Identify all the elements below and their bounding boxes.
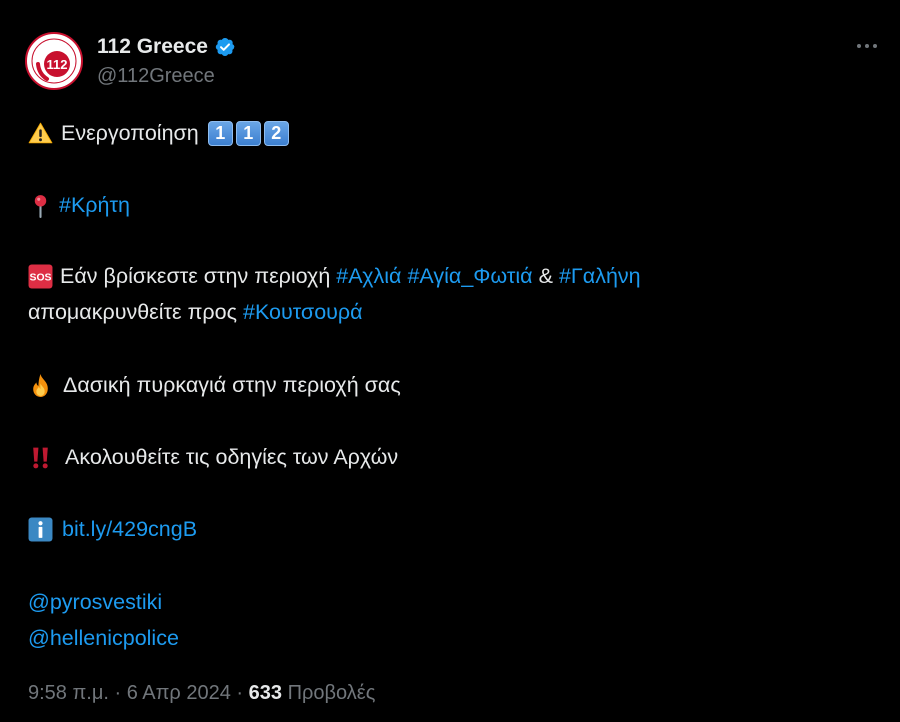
- meta-separator: ·: [114, 682, 122, 704]
- hashtag-kriti[interactable]: #Κρήτη: [59, 191, 130, 219]
- round-pushpin-icon: [34, 194, 47, 218]
- avatar[interactable]: 112: [25, 32, 83, 90]
- tweet-line-activation: Ενεργοποίηση 1 1 2: [28, 119, 289, 147]
- keycap-digit-1: 1: [235, 120, 261, 146]
- double-exclamation-icon: [33, 447, 48, 468]
- more-options-icon[interactable]: [850, 36, 884, 56]
- tweet-line-instructions: Ακολουθείτε τις οδηγίες των Αρχών: [28, 443, 398, 471]
- author-name-row[interactable]: 112 Greece: [97, 33, 236, 61]
- verified-badge-icon: [215, 38, 235, 56]
- info-link[interactable]: bit.ly/429cngB: [62, 515, 197, 543]
- evacuation-text: Εάν βρίσκεστε στην περιοχή: [60, 264, 331, 288]
- tweet-time[interactable]: 9:58 π.μ.: [28, 682, 109, 704]
- instructions-text: Ακολουθείτε τις οδηγίες των Αρχών: [65, 445, 399, 469]
- views-label: Προβολές: [287, 682, 376, 704]
- tweet-line-mention-1: @pyrosvestiki: [28, 588, 162, 616]
- tweet-line-evacuation: SOS Εάν βρίσκεστε στην περιοχή #Αχλιά #Α…: [28, 262, 641, 290]
- tweet-card: 112 112 Greece @112Greece Ενεργοποίηση 1…: [0, 0, 900, 722]
- tweet-date[interactable]: 6 Απρ 2024: [127, 682, 231, 704]
- hashtag-galini[interactable]: #Γαλήνη: [559, 262, 641, 290]
- hashtag-agia-fotia[interactable]: #Αγία_Φωτιά: [407, 262, 532, 290]
- keycap-digit-1: 1: [207, 120, 233, 146]
- tweet-line-info-link: bit.ly/429cngB: [28, 515, 197, 543]
- tweet-line-evacuation-direction: απομακρυνθείτε προς #Κουτσουρά: [28, 298, 363, 326]
- svg-text:SOS: SOS: [30, 272, 52, 283]
- tweet-line-mention-2: @hellenicpolice: [28, 624, 179, 652]
- author-handle[interactable]: @112Greece: [97, 65, 215, 88]
- tweet-line-location: #Κρήτη: [28, 191, 130, 219]
- display-name[interactable]: 112 Greece: [97, 35, 208, 59]
- activation-text: Ενεργοποίηση: [61, 121, 199, 145]
- meta-separator: ·: [236, 682, 244, 704]
- fire-text: Δασική πυρκαγιά στην περιοχή σας: [63, 373, 401, 397]
- mention-pyrosvestiki[interactable]: @pyrosvestiki: [28, 588, 162, 616]
- tweet-meta: 9:58 π.μ. · 6 Απρ 2024 · 633 Προβολές: [28, 682, 375, 705]
- hashtag-achlia[interactable]: #Αχλιά: [336, 262, 401, 290]
- avatar-112-text: 112: [47, 57, 68, 72]
- warning-icon: [28, 122, 53, 143]
- hashtag-koutsoura[interactable]: #Κουτσουρά: [243, 298, 363, 326]
- keycap-digit-2: 2: [263, 120, 289, 146]
- sos-icon: SOS: [28, 264, 53, 288]
- ampersand: &: [538, 264, 553, 288]
- tweet-line-fire: Δασική πυρκαγιά στην περιοχή σας: [28, 371, 401, 399]
- fire-icon: [33, 373, 48, 397]
- mention-hellenicpolice[interactable]: @hellenicpolice: [28, 624, 179, 652]
- direction-text: απομακρυνθείτε προς: [28, 300, 237, 324]
- views-count: 633: [248, 682, 283, 704]
- avatar-112-logo: 112: [28, 35, 80, 87]
- information-icon: [28, 517, 53, 541]
